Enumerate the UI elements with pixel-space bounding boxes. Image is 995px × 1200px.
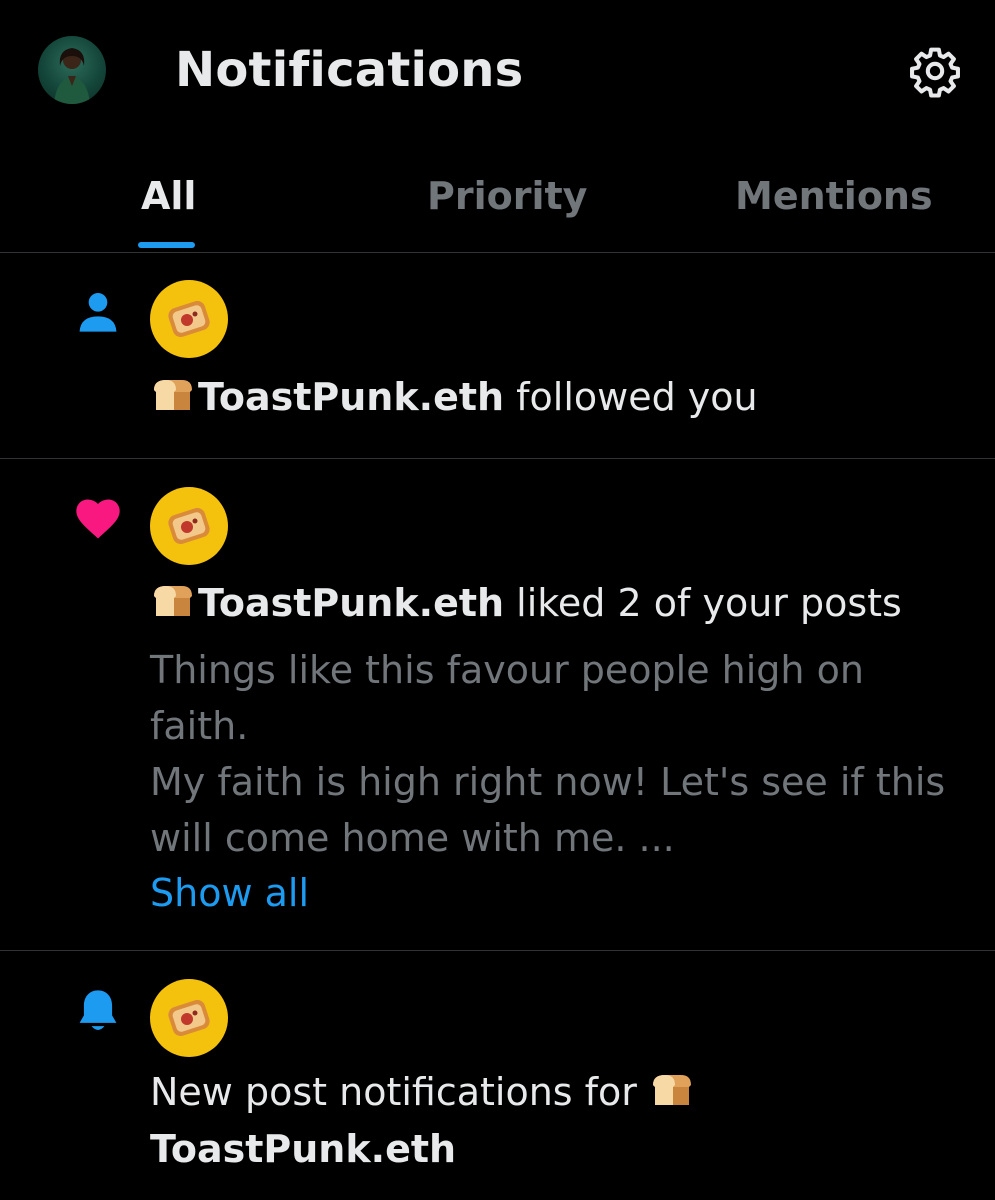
tab-priority[interactable]: Priority [427,174,587,218]
toastpunk-avatar[interactable] [150,280,228,358]
preview-line: will come home with me. ... [150,816,675,860]
active-tab-indicator [138,242,195,248]
page-title: Notifications [175,42,524,98]
person-icon [72,285,124,337]
notification-action: liked 2 of your posts [516,581,902,625]
post-preview[interactable]: Things like this favour people high on f… [150,642,970,866]
notification-text: ToastPunk.eth liked 2 of your posts [150,581,902,629]
bread-icon [150,582,194,629]
preview-line: My faith is high right now! Let's see if… [150,760,946,804]
tab-all[interactable]: All [141,174,196,218]
preview-line: Things like this favour people high on [150,648,864,692]
toastpunk-avatar[interactable] [150,979,228,1057]
heart-icon [72,493,124,545]
show-all-link[interactable]: Show all [150,871,309,915]
notification-text: ToastPunk.eth [150,1127,456,1171]
toastpunk-avatar[interactable] [150,487,228,565]
profile-avatar[interactable] [38,36,106,104]
notification-action: New post notifications for [150,1070,637,1114]
bread-icon [150,376,194,423]
bread-icon [649,1071,693,1118]
gear-icon[interactable] [908,44,962,98]
notification-text: ToastPunk.eth followed you [150,375,758,423]
preview-line: faith. [150,704,249,748]
bell-icon [72,985,124,1037]
notification-text: New post notifications for [150,1070,697,1118]
notification-item[interactable]: New post notifications for ToastPunk.eth [0,951,995,1200]
notification-action: followed you [516,375,758,419]
tab-mentions[interactable]: Mentions [735,174,933,218]
notification-item[interactable]: ToastPunk.eth followed you [0,253,995,459]
username[interactable]: ToastPunk.eth [150,1127,456,1171]
username[interactable]: ToastPunk.eth [198,581,504,625]
tab-bar: All Priority Mentions [0,150,995,253]
username[interactable]: ToastPunk.eth [198,375,504,419]
notification-item[interactable]: ToastPunk.eth liked 2 of your posts Thin… [0,459,995,951]
header: Notifications [0,0,995,150]
